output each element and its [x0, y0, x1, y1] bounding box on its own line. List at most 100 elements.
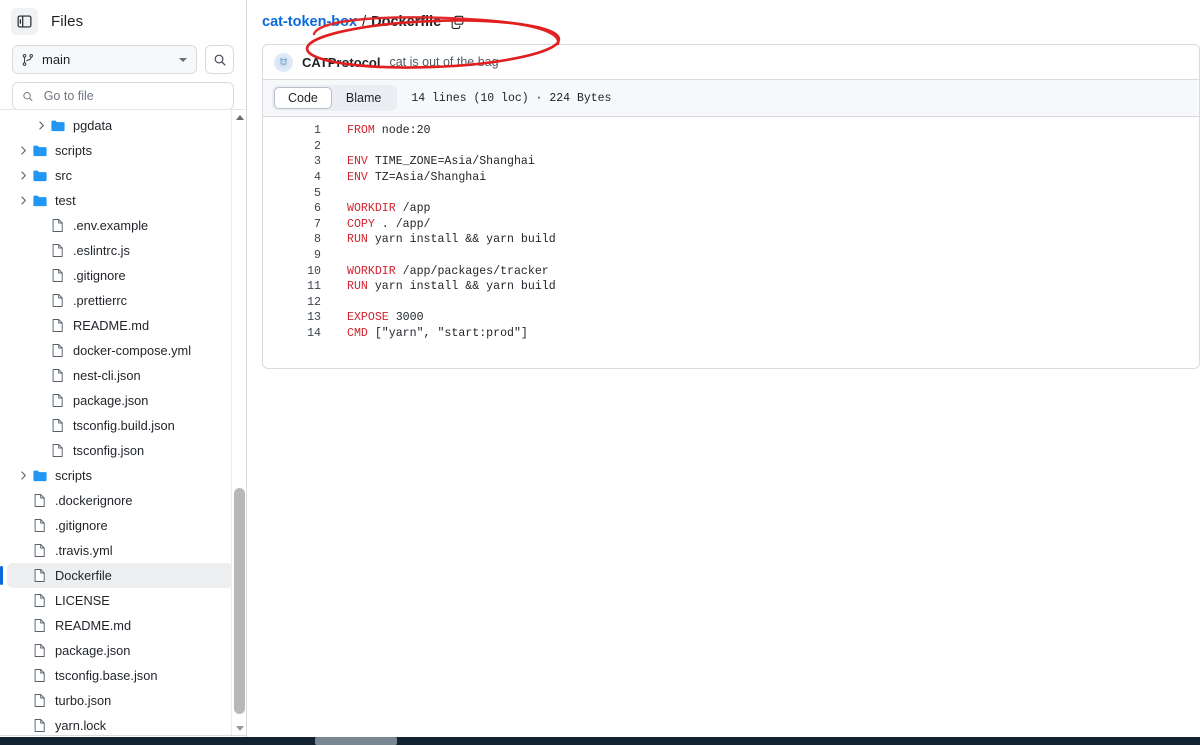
tree-file-row[interactable]: README.md	[7, 613, 233, 638]
tree-file-row[interactable]: turbo.json	[7, 688, 233, 713]
tab-blame[interactable]: Blame	[332, 87, 395, 109]
code-line-number[interactable]: 12	[263, 296, 321, 309]
folder-icon	[32, 143, 48, 159]
code-line-text: ENV TIME_ZONE=Asia/Shanghai	[321, 155, 535, 168]
code-line-number[interactable]: 13	[263, 311, 321, 324]
code-line-number[interactable]: 6	[263, 202, 321, 215]
tree-file-row[interactable]: tsconfig.base.json	[7, 663, 233, 688]
files-sidebar: Files main	[0, 0, 247, 737]
file-icon	[31, 717, 48, 734]
tree-file-row[interactable]: README.md	[7, 313, 233, 338]
branch-selector[interactable]: main	[12, 45, 197, 74]
repo-owner-name[interactable]: CATProtocol	[302, 55, 380, 70]
folder-icon	[31, 192, 48, 209]
tree-file-row[interactable]: nest-cli.json	[7, 363, 233, 388]
tree-file-row[interactable]: .travis.yml	[7, 538, 233, 563]
tree-item-label: .travis.yml	[55, 543, 113, 558]
code-line-number[interactable]: 8	[263, 233, 321, 246]
tree-file-row[interactable]: .gitignore	[7, 263, 233, 288]
tree-item-label: .dockerignore	[55, 493, 133, 508]
tree-file-row[interactable]: .eslintrc.js	[7, 238, 233, 263]
tree-expand-toggle[interactable]	[15, 468, 31, 484]
tree-expand-toggle[interactable]	[33, 118, 49, 134]
copy-path-icon[interactable]	[450, 15, 465, 30]
file-icon	[50, 293, 65, 308]
code-line-number[interactable]: 4	[263, 171, 321, 184]
code-line-number[interactable]: 9	[263, 249, 321, 262]
triangle-down-icon[interactable]	[232, 721, 247, 735]
file-icon	[49, 442, 66, 459]
file-icon	[32, 593, 47, 608]
tree-item-label: tsconfig.build.json	[73, 418, 175, 433]
tree-file-row[interactable]: package.json	[7, 638, 233, 663]
tree-file-row[interactable]: tsconfig.json	[7, 438, 233, 463]
breadcrumb: cat-token-box / Dockerfile	[248, 0, 1200, 44]
horizontal-scrollbar-thumb[interactable]	[315, 737, 397, 745]
sidebar-bottom-divider	[0, 735, 246, 736]
tree-file-row[interactable]: package.json	[7, 388, 233, 413]
tree-file-row[interactable]: yarn.lock	[7, 713, 233, 735]
file-tree[interactable]: pgdatascriptssrctest.env.example.eslintr…	[0, 110, 247, 735]
code-line-number[interactable]: 2	[263, 140, 321, 153]
tree-file-row[interactable]: .dockerignore	[7, 488, 233, 513]
tree-expand-toggle[interactable]	[15, 143, 31, 159]
file-icon	[31, 567, 48, 584]
go-to-file-box[interactable]	[12, 82, 234, 110]
code-line-number[interactable]: 3	[263, 155, 321, 168]
chevron-right-icon	[18, 470, 29, 481]
code-view-panel[interactable]: 1FROM node:2023ENV TIME_ZONE=Asia/Shangh…	[262, 117, 1200, 369]
breadcrumb-separator: /	[362, 14, 366, 30]
folder-icon	[31, 467, 48, 484]
code-line-text: ENV TZ=Asia/Shanghai	[321, 171, 486, 184]
tree-file-row[interactable]: tsconfig.build.json	[7, 413, 233, 438]
tree-file-row[interactable]: .gitignore	[7, 513, 233, 538]
tree-folder-row[interactable]: scripts	[7, 138, 233, 163]
code-line: 14CMD ["yarn", "start:prod"]	[263, 326, 1199, 342]
code-line-number[interactable]: 5	[263, 187, 321, 200]
code-line-number[interactable]: 7	[263, 218, 321, 231]
sidebar-panel-glyph	[17, 14, 32, 29]
tree-folder-row[interactable]: src	[7, 163, 233, 188]
repo-owner-description: cat is out of the bag	[389, 55, 498, 69]
file-icon	[49, 242, 66, 259]
code-line-number[interactable]: 14	[263, 327, 321, 340]
triangle-up-icon[interactable]	[232, 110, 247, 124]
code-line-rest: TIME_ZONE=Asia/Shanghai	[368, 155, 535, 168]
tree-expand-toggle[interactable]	[15, 193, 31, 209]
file-icon	[50, 318, 65, 333]
code-line-number[interactable]: 10	[263, 265, 321, 278]
tree-file-row[interactable]: docker-compose.yml	[7, 338, 233, 363]
code-line-number[interactable]: 11	[263, 280, 321, 293]
tree-folder-row[interactable]: test	[7, 188, 233, 213]
file-icon	[32, 568, 47, 583]
file-icon	[31, 617, 48, 634]
tree-file-row[interactable]: .env.example	[7, 213, 233, 238]
tab-code[interactable]: Code	[274, 87, 332, 109]
tree-item-label: .env.example	[73, 218, 148, 233]
file-icon	[32, 718, 47, 733]
code-keyword: WORKDIR	[347, 265, 396, 278]
tree-folder-row[interactable]: scripts	[7, 463, 233, 488]
code-keyword: ENV	[347, 155, 368, 168]
tree-item-label: test	[55, 193, 76, 208]
file-icon	[32, 518, 47, 533]
go-to-file-input[interactable]	[42, 88, 224, 104]
sidebar-scrollbar[interactable]	[231, 110, 246, 735]
tree-file-row[interactable]: LICENSE	[7, 588, 233, 613]
selected-row-indicator	[0, 566, 3, 585]
tree-folder-row[interactable]: pgdata	[7, 113, 233, 138]
sidebar-panel-icon[interactable]	[11, 8, 38, 35]
code-line-text: WORKDIR /app	[321, 202, 431, 215]
code-line-number[interactable]: 1	[263, 124, 321, 137]
tree-item-label: .gitignore	[73, 268, 126, 283]
tree-expand-toggle[interactable]	[15, 168, 31, 184]
tree-item-label: tsconfig.json	[73, 443, 144, 458]
folder-icon	[49, 117, 66, 134]
tree-file-row[interactable]: Dockerfile	[7, 563, 233, 588]
tree-file-row[interactable]: .prettierrc	[7, 288, 233, 313]
code-line: 13EXPOSE 3000	[263, 310, 1199, 326]
sidebar-scrollbar-thumb[interactable]	[234, 488, 245, 714]
sidebar-search-button[interactable]	[205, 45, 234, 74]
file-icon	[31, 642, 48, 659]
breadcrumb-repo-link[interactable]: cat-token-box	[262, 14, 357, 30]
